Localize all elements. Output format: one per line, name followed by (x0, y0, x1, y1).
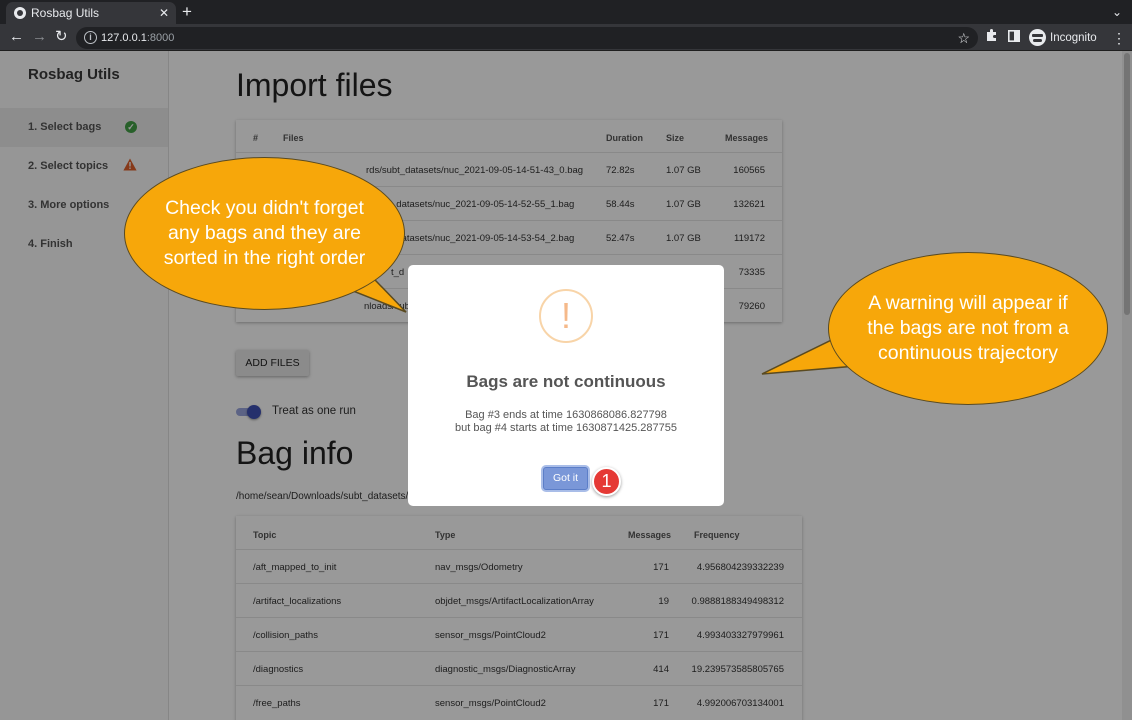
dialog-message: Bag #3 ends at time 1630868086.827798 bu… (408, 409, 724, 435)
incognito-icon[interactable] (1029, 29, 1046, 46)
tab-search-chevron-icon[interactable]: ⌄ (1112, 2, 1122, 22)
tab-title: Rosbag Utils (31, 6, 100, 20)
extensions-icon[interactable] (985, 27, 998, 49)
warning-dialog: ! Bags are not continuous Bag #3 ends at… (408, 265, 724, 506)
browser-tab-bar: Rosbag Utils ✕ + ⌄ (0, 0, 1132, 24)
got-it-button[interactable]: Got it (543, 467, 588, 490)
side-panel-icon[interactable] (1008, 27, 1020, 49)
close-tab-icon[interactable]: ✕ (159, 2, 169, 24)
url-port: :8000 (146, 32, 175, 44)
url-text: 127.0.0.1:8000 (101, 27, 174, 49)
new-tab-button[interactable]: + (182, 1, 192, 23)
dialog-title: Bags are not continuous (466, 372, 666, 391)
globe-icon (14, 7, 26, 19)
star-icon[interactable]: ☆ (957, 27, 970, 49)
callout-bubble-right: A warning will appear if the bags are no… (828, 252, 1108, 405)
callout-bubble-left: Check you didn't forget any bags and the… (124, 157, 405, 310)
browser-toolbar: ← → ↻ i 127.0.0.1:8000 ☆ Incognito ⋮ (0, 24, 1132, 51)
info-icon[interactable]: i (84, 31, 97, 44)
exclamation-icon: ! (539, 289, 593, 343)
menu-icon[interactable]: ⋮ (1112, 27, 1126, 49)
dialog-message-line: Bag #3 ends at time 1630868086.827798 (465, 409, 667, 421)
dialog-message-line: but bag #4 starts at time 1630871425.287… (454, 422, 677, 434)
forward-icon[interactable]: → (32, 27, 47, 47)
back-icon[interactable]: ← (9, 27, 24, 47)
step-number-badge: 1 (592, 467, 621, 496)
browser-tab[interactable]: Rosbag Utils ✕ (6, 2, 176, 24)
address-bar[interactable]: i 127.0.0.1:8000 ☆ (76, 27, 978, 49)
url-host: 127.0.0.1 (101, 32, 147, 44)
reload-icon[interactable]: ↻ (55, 27, 68, 47)
profile-label[interactable]: Incognito (1050, 27, 1097, 49)
